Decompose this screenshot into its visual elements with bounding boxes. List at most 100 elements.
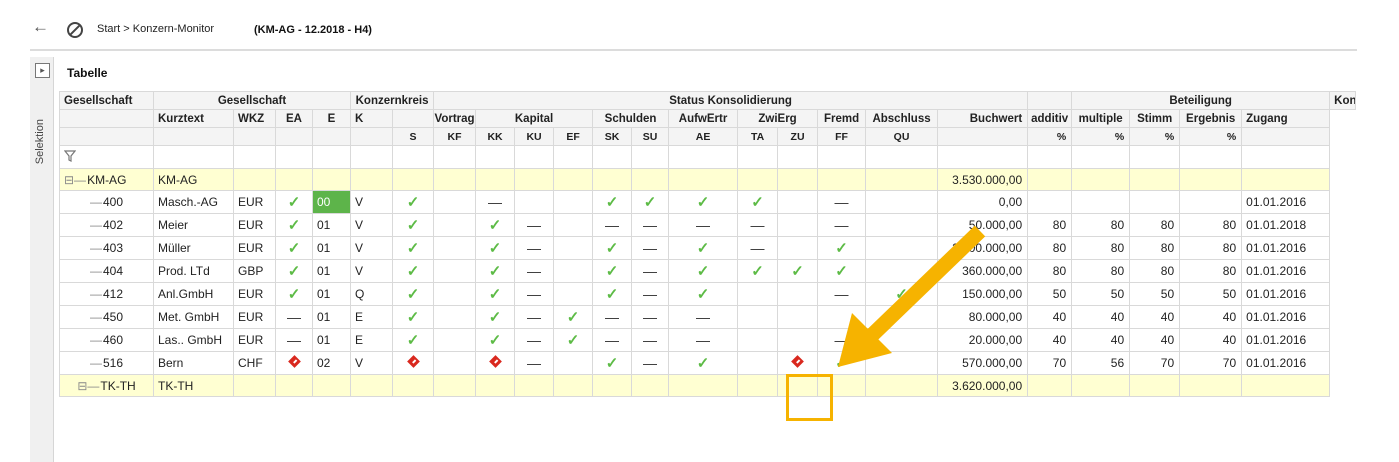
status-ff[interactable] xyxy=(817,305,867,329)
status-ef[interactable] xyxy=(553,259,594,283)
status-sk[interactable]: ✓ xyxy=(592,282,633,306)
status-kk[interactable]: ✓ xyxy=(475,328,516,352)
col-header-e[interactable]: E xyxy=(311,109,352,128)
status-ff[interactable]: ✓ xyxy=(817,351,867,375)
status-kf[interactable] xyxy=(433,190,477,214)
status-kk[interactable]: ✓ xyxy=(475,259,516,283)
selection-sidebar[interactable]: ▸ Selektion xyxy=(30,57,54,462)
status-ea[interactable]: — xyxy=(275,305,313,329)
status-ea[interactable]: ✓ xyxy=(275,282,313,306)
status-ea[interactable]: ✓ xyxy=(275,213,313,237)
status-kk[interactable]: ✓ xyxy=(475,305,516,329)
status-ae[interactable]: ✓ xyxy=(668,282,739,306)
group-name-cell[interactable]: ⊟—TK-TH xyxy=(59,374,154,397)
status-ku[interactable]: — xyxy=(514,305,555,329)
table-row[interactable]: —516 Bern CHF 02 V — ✓ — ✓ ✓ 570.000,00 70 56 70 70 01.… xyxy=(59,351,1356,375)
expand-right-icon[interactable]: ▸ xyxy=(35,63,50,78)
status-kk[interactable]: ✓ xyxy=(475,236,516,260)
col-header-ku[interactable]: KU xyxy=(514,127,555,146)
status-ta[interactable]: ✓ xyxy=(737,190,779,214)
status-qu[interactable] xyxy=(865,259,939,283)
status-ta[interactable]: — xyxy=(737,213,779,237)
status-kk[interactable] xyxy=(475,351,516,375)
status-ae[interactable]: ✓ xyxy=(668,190,739,214)
status-kk[interactable]: ✓ xyxy=(475,213,516,237)
status-ku[interactable]: — xyxy=(514,259,555,283)
status-ku[interactable] xyxy=(514,190,555,214)
status-ta[interactable] xyxy=(737,305,779,329)
col-header-s[interactable]: S xyxy=(392,127,435,146)
row-e[interactable]: 01 xyxy=(311,282,352,306)
col-header-multiple[interactable]: multiple xyxy=(1071,109,1131,128)
col-header-kk[interactable]: KK xyxy=(475,127,516,146)
status-ku[interactable]: — xyxy=(514,328,555,352)
status-su[interactable]: — xyxy=(631,351,670,375)
status-kf[interactable] xyxy=(433,259,477,283)
row-e[interactable]: 00 xyxy=(311,190,352,214)
status-ef[interactable] xyxy=(553,236,594,260)
status-ea[interactable]: ✓ xyxy=(275,259,313,283)
status-ea[interactable]: ✓ xyxy=(275,236,313,260)
row-e[interactable]: 01 xyxy=(311,305,352,329)
row-e[interactable]: 01 xyxy=(311,328,352,352)
status-s[interactable]: ✓ xyxy=(392,213,435,237)
table-row[interactable]: —412 Anl.GmbH EUR ✓ 01 Q ✓ ✓ — ✓ — ✓ — ✓ 150.000,00 50 5… xyxy=(59,282,1356,306)
sidebar-label[interactable]: Selektion xyxy=(34,119,46,164)
status-s[interactable]: ✓ xyxy=(392,282,435,306)
status-s[interactable] xyxy=(392,351,435,375)
col-header-qu[interactable]: QU xyxy=(865,127,939,146)
status-qu[interactable] xyxy=(865,305,939,329)
status-ku[interactable]: — xyxy=(514,351,555,375)
col-header-gesellschaft[interactable]: Gesellschaft xyxy=(59,91,154,110)
col-header-zugang[interactable]: Zugang xyxy=(1241,109,1331,128)
status-sk[interactable]: ✓ xyxy=(592,236,633,260)
status-kf[interactable] xyxy=(433,351,477,375)
status-ae[interactable]: ✓ xyxy=(668,236,739,260)
status-ef[interactable] xyxy=(553,213,594,237)
status-kf[interactable] xyxy=(433,282,477,306)
status-zu[interactable]: ✓ xyxy=(777,259,819,283)
row-k[interactable]: V xyxy=(350,236,394,260)
status-ku[interactable]: — xyxy=(514,236,555,260)
status-su[interactable]: — xyxy=(631,328,670,352)
row-id-cell[interactable]: —412 xyxy=(59,282,154,306)
row-e[interactable]: 01 xyxy=(311,259,352,283)
status-su[interactable]: ✓ xyxy=(631,190,670,214)
status-s[interactable]: ✓ xyxy=(392,305,435,329)
row-id-cell[interactable]: —404 xyxy=(59,259,154,283)
row-id-cell[interactable]: —402 xyxy=(59,213,154,237)
row-e[interactable]: 02 xyxy=(311,351,352,375)
col-header-additiv[interactable]: additiv xyxy=(1027,109,1073,128)
status-ef[interactable] xyxy=(553,282,594,306)
status-zu[interactable] xyxy=(777,282,819,306)
table-row[interactable]: —404 Prod. LTd GBP ✓ 01 V ✓ ✓ — ✓ — ✓ ✓ ✓ ✓ 360.000,00 8… xyxy=(59,259,1356,283)
status-qu[interactable] xyxy=(865,351,939,375)
status-ae[interactable]: ✓ xyxy=(668,259,739,283)
status-zu[interactable] xyxy=(777,305,819,329)
col-header-su[interactable]: SU xyxy=(631,127,670,146)
table-row[interactable]: —402 Meier EUR ✓ 01 V ✓ ✓ — — — — — —50.000,00 80 80 80 8… xyxy=(59,213,1356,237)
status-ef[interactable]: ✓ xyxy=(553,328,594,352)
status-qu[interactable] xyxy=(865,328,939,352)
collapse-icon[interactable]: ⊟— xyxy=(64,173,86,187)
status-ku[interactable]: — xyxy=(514,282,555,306)
status-ae[interactable]: ✓ xyxy=(668,351,739,375)
filter-icon[interactable] xyxy=(59,145,154,169)
status-ff[interactable]: — xyxy=(817,190,867,214)
col-header-ea[interactable]: EA xyxy=(275,109,313,128)
status-ta[interactable]: ✓ xyxy=(737,259,779,283)
col-header-stimm[interactable]: Stimm xyxy=(1129,109,1181,128)
status-s[interactable]: ✓ xyxy=(392,259,435,283)
col-header-ef[interactable]: EF xyxy=(553,127,594,146)
col-header-ergebnis[interactable]: Ergebnis xyxy=(1179,109,1243,128)
status-qu[interactable] xyxy=(865,190,939,214)
status-ta[interactable] xyxy=(737,351,779,375)
table-row[interactable]: —460 Las.. GmbH EUR —01 E ✓ ✓ — ✓ — — — —20.000,00 40… xyxy=(59,328,1356,352)
row-k[interactable]: Q xyxy=(350,282,394,306)
status-ta[interactable] xyxy=(737,328,779,352)
row-k[interactable]: E xyxy=(350,305,394,329)
status-ef[interactable] xyxy=(553,190,594,214)
row-k[interactable]: V xyxy=(350,190,394,214)
status-ff[interactable]: ✓ xyxy=(817,236,867,260)
group-name-cell[interactable]: ⊟—KM-AG xyxy=(59,168,154,191)
